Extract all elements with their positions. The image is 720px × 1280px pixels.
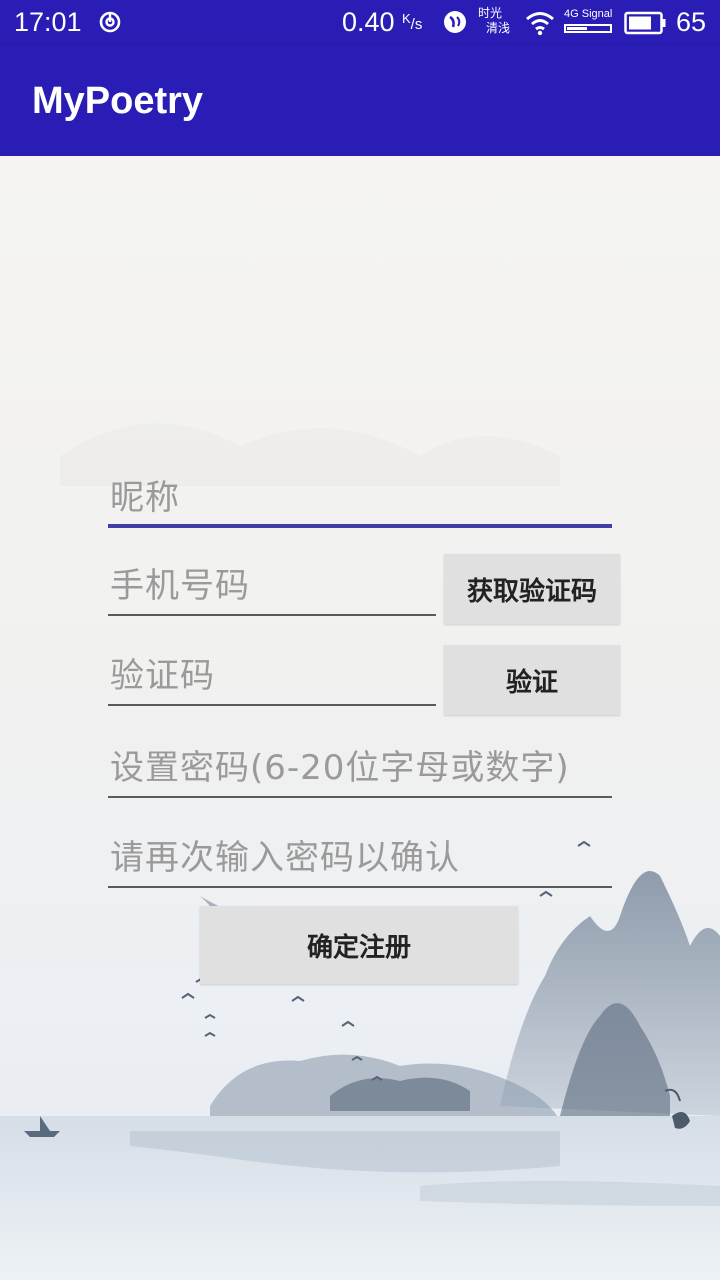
network-speed-unit: K/s bbox=[402, 11, 423, 33]
signal-label: 4G Signal bbox=[564, 8, 613, 20]
status-time: 17:01 bbox=[14, 7, 82, 37]
wifi-icon bbox=[526, 12, 554, 36]
password-placeholder: 设置密码(6-20位字母或数字) bbox=[110, 748, 570, 788]
register-button[interactable]: 确定注册 bbox=[200, 906, 518, 984]
status-label-line2: 清浅 bbox=[486, 21, 511, 35]
confirm-password-field[interactable]: 请再次输入密码以确认 bbox=[108, 828, 612, 888]
ink-landscape-background bbox=[0, 156, 720, 1280]
app-bar: MyPoetry bbox=[0, 46, 720, 156]
confirm-password-placeholder: 请再次输入密码以确认 bbox=[110, 838, 460, 878]
network-speed: 0.40 bbox=[342, 7, 395, 37]
code-placeholder: 验证码 bbox=[110, 656, 215, 696]
battery-level: 65 bbox=[676, 7, 707, 37]
phone-placeholder: 手机号码 bbox=[110, 566, 250, 606]
verification-code-field[interactable]: 验证码 bbox=[108, 646, 436, 706]
get-code-button[interactable]: 获取验证码 bbox=[444, 554, 620, 624]
status-bar: 17:01 0.40 K/s 时光 清浅 4G Signal 65 bbox=[0, 0, 720, 46]
verify-button[interactable]: 验证 bbox=[444, 645, 620, 715]
netease-music-icon bbox=[99, 11, 121, 33]
app-title: MyPoetry bbox=[32, 80, 204, 122]
password-field[interactable]: 设置密码(6-20位字母或数字) bbox=[108, 738, 612, 798]
signal-strength-icon bbox=[564, 24, 612, 33]
battery-icon bbox=[624, 11, 666, 35]
phone-field[interactable]: 手机号码 bbox=[108, 556, 436, 616]
do-not-disturb-icon bbox=[444, 11, 466, 33]
status-label-line1: 时光 bbox=[478, 6, 503, 20]
nickname-placeholder: 昵称 bbox=[110, 478, 180, 518]
nickname-field[interactable]: 昵称 bbox=[108, 468, 612, 528]
